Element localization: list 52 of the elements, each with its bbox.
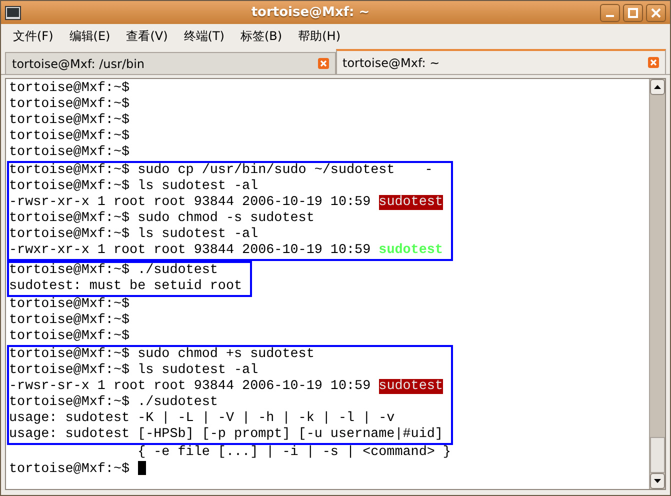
terminal-icon xyxy=(5,6,21,20)
terminal-line: -rwsr-xr-x 1 root root 93844 2006-10-19 10:59 xyxy=(9,195,372,210)
terminal-line: -rwxr-xr-x 1 root root 93844 2006-10-19 10:59 xyxy=(9,243,372,258)
terminal-tab[interactable]: tortoise@Mxf: ~ xyxy=(336,49,666,74)
terminal-line: -rwsr-sr-x 1 root root 93844 2006-10-19 10:59 xyxy=(9,379,372,394)
terminal-line: tortoise@Mxf:~$ xyxy=(9,81,130,96)
terminal-line: usage: sudotest [-HPSb] [-p prompt] [-u username|#uid] xyxy=(9,427,443,442)
menu-item[interactable]: 编辑(E) xyxy=(61,28,118,44)
terminal-line: tortoise@Mxf:~$ sudo chmod -s sudotest xyxy=(9,211,314,226)
file-name: sudotest xyxy=(378,195,443,210)
minimize-button[interactable] xyxy=(600,4,620,22)
terminal-line: tortoise@Mxf:~$ ls sudotest -al xyxy=(9,179,258,194)
terminal-line: tortoise@Mxf:~$ xyxy=(9,129,130,144)
scroll-down-button[interactable] xyxy=(650,473,665,489)
terminal-line: tortoise@Mxf:~$ ls sudotest -al xyxy=(9,363,258,378)
file-name: sudotest xyxy=(378,379,443,394)
menu-item[interactable]: 帮助(H) xyxy=(290,28,348,44)
terminal-line: tortoise@Mxf:~$ xyxy=(9,313,130,328)
down-arrow-icon xyxy=(654,479,661,483)
menu-item[interactable]: 查看(V) xyxy=(118,28,176,44)
terminal-line: tortoise@Mxf:~$ xyxy=(9,97,130,112)
up-arrow-icon xyxy=(654,85,661,89)
close-button[interactable] xyxy=(646,4,666,22)
maximize-icon xyxy=(628,8,638,18)
scroll-up-button[interactable] xyxy=(650,79,665,95)
terminal-line: tortoise@Mxf:~$ xyxy=(9,113,130,128)
terminal-line: tortoise@Mxf:~$ ls sudotest -al xyxy=(9,227,258,242)
menu-item[interactable]: 文件(F) xyxy=(5,28,62,44)
menu-item[interactable]: 终端(T) xyxy=(176,28,232,44)
window-title: tortoise@Mxf: ~ xyxy=(250,5,371,20)
terminal-line: tortoise@Mxf:~$ ./sudotest xyxy=(9,263,218,278)
close-tab-icon[interactable] xyxy=(318,58,328,69)
scroll-thumb[interactable] xyxy=(650,437,665,473)
close-icon xyxy=(651,8,661,18)
terminal-line: usage: sudotest -K | -L | -V | -h | -k | -l | -v xyxy=(9,411,395,426)
terminal-line: tortoise@Mxf:~$ xyxy=(9,462,131,477)
close-tab-icon[interactable] xyxy=(648,57,659,68)
terminal-line: tortoise@Mxf:~$ xyxy=(9,329,130,344)
scrollbar[interactable] xyxy=(649,79,665,489)
terminal-line: tortoise@Mxf:~$ sudo chmod +s sudotest xyxy=(9,347,314,362)
terminal-line: { -e file [...] | -i | -s | <command> } xyxy=(136,445,451,460)
terminal-line: sudotest: must be setuid root xyxy=(9,279,242,294)
terminal-tab[interactable]: tortoise@Mxf: /usr/bin xyxy=(5,52,336,74)
file-name: sudotest xyxy=(378,243,443,258)
terminal-line: tortoise@Mxf:~$ xyxy=(9,297,130,312)
minimize-icon xyxy=(606,15,614,17)
terminal-line: tortoise@Mxf:~$ sudo cp /usr/bin/sudo ~/sudotest xyxy=(9,163,395,178)
terminal-line: tortoise@Mxf:~$ xyxy=(9,145,130,160)
menu-item[interactable]: 标签(B) xyxy=(232,28,290,44)
terminal-line: tortoise@Mxf:~$ ./sudotest xyxy=(9,395,218,410)
maximize-button[interactable] xyxy=(623,4,643,22)
stray-mark: - xyxy=(424,163,433,178)
